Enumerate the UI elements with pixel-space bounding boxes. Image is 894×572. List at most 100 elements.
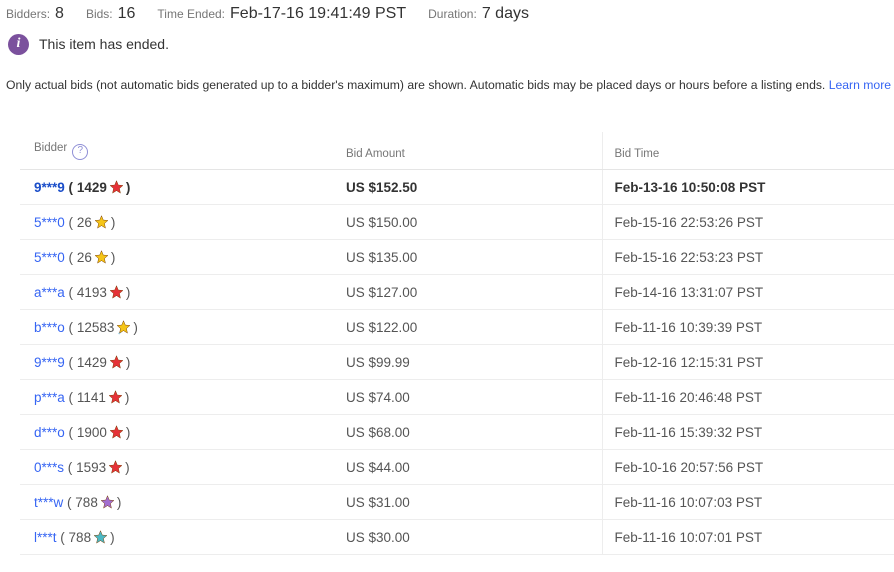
duration-label: Duration: (428, 7, 477, 21)
feedback-score: 1429 (76, 180, 107, 195)
feedback-score: 1429 (76, 355, 107, 370)
feedback-open-paren: ( (68, 425, 74, 440)
red-star (109, 285, 124, 300)
cell-bid-time: Feb-15-16 22:53:23 PST (601, 239, 894, 275)
feedback-close-paren: ) (116, 495, 122, 510)
help-icon[interactable]: ? (72, 144, 89, 160)
feedback-close-paren: ) (125, 355, 131, 370)
red-star (108, 460, 123, 475)
feedback-close-paren: ) (124, 390, 130, 405)
cell-bid-amount: US $68.00 (332, 414, 602, 450)
feedback-open-paren: ( (67, 460, 73, 475)
feedback-close-paren: ) (110, 530, 115, 545)
cell-bid-time: Feb-11-16 10:07:03 PST (601, 484, 894, 520)
cell-bid-amount: US $135.00 (332, 239, 602, 275)
time-ended-label: Time Ended: (157, 7, 226, 21)
cell-bid-time: Feb-11-16 15:39:32 PST (601, 414, 894, 450)
cell-bidder: p***a ( 1141) (20, 379, 332, 415)
bidder-link[interactable]: t***w (34, 495, 63, 510)
cell-bidder: d***o ( 1900) (20, 414, 332, 450)
cell-bid-time: Feb-12-16 12:15:31 PST (601, 344, 894, 380)
cell-bidder: b***o ( 12583) (20, 309, 332, 345)
column-header-bid-amount: Bid Amount (332, 132, 602, 170)
table-row: a***a ( 4193) US $127.00 Feb-14-16 13:31:0… (20, 274, 894, 310)
bidder-link[interactable]: p***a (34, 390, 65, 405)
feedback-open-paren: ( (68, 390, 74, 405)
bidder-link[interactable]: 9***9 (34, 355, 65, 370)
cell-bidder: 9***9 ( 1429) (20, 169, 332, 205)
cell-bid-amount: US $44.00 (332, 449, 602, 485)
cell-bidder: t***w ( 788) (20, 484, 332, 520)
table-header-row: Bidder? Bid Amount Bid Time (20, 132, 894, 170)
red-star (109, 425, 124, 440)
bids-value: 16 (117, 5, 136, 22)
bidder-link[interactable]: b***o (34, 320, 65, 335)
table-row: p***a ( 1141) US $74.00 Feb-11-16 20:46:48… (20, 379, 894, 415)
bidders-summary: Bidders: 8 (6, 5, 64, 23)
feedback-open-paren: ( (60, 530, 65, 545)
cell-bidder: 5***0 ( 26) (20, 239, 332, 275)
auction-summary: Bidders: 8 Bids: 16 Time Ended: Feb-17-1… (0, 0, 894, 27)
item-ended-notice: i This item has ended. (0, 27, 894, 57)
feedback-open-paren: ( (68, 215, 74, 230)
table-row: l***t ( 788) US $30.00 Feb-11-16 10:07:01 … (20, 519, 894, 555)
bidder-link[interactable]: 0***s (34, 460, 64, 475)
bidder-link[interactable]: 5***0 (34, 250, 65, 265)
feedback-open-paren: ( (68, 180, 74, 195)
column-header-bid-time: Bid Time (601, 132, 894, 170)
feedback-score: 788 (75, 495, 98, 510)
feedback-score: 1593 (76, 460, 107, 475)
cell-bidder: l***t ( 788) (20, 519, 332, 555)
yellow-shooting-star (116, 320, 131, 335)
cell-bid-time: Feb-11-16 10:39:39 PST (601, 309, 894, 345)
table-row: b***o ( 12583) US $122.00 Feb-11-16 10:39:… (20, 309, 894, 345)
duration-summary: Duration: 7 days (428, 5, 529, 23)
red-star (109, 180, 124, 195)
cell-bid-time: Feb-14-16 13:31:07 PST (601, 274, 894, 310)
table-row: 9***9 ( 1429) US $152.50 Feb-13-16 10:50:0… (20, 169, 894, 205)
bidder-link[interactable]: 5***0 (34, 215, 65, 230)
cell-bid-amount: US $152.50 (332, 169, 602, 205)
bidder-link[interactable]: 9***9 (34, 180, 65, 195)
feedback-score: 1900 (76, 425, 107, 440)
cell-bid-amount: US $31.00 (332, 484, 602, 520)
table-row: t***w ( 788) US $31.00 Feb-11-16 10:07:03 … (20, 484, 894, 520)
cell-bidder: 0***s ( 1593) (20, 449, 332, 485)
feedback-score: 12583 (76, 320, 115, 335)
bidder-link[interactable]: d***o (34, 425, 65, 440)
table-row: 5***0 ( 26) US $150.00 Feb-15-16 22:53:26 … (20, 204, 894, 240)
bids-summary: Bids: 16 (86, 5, 135, 23)
red-star (109, 355, 124, 370)
yellow-star (94, 250, 109, 265)
feedback-score: 1141 (76, 390, 106, 405)
cell-bid-amount: US $122.00 (332, 309, 602, 345)
learn-more-link[interactable]: Learn more (829, 78, 891, 92)
bidder-link[interactable]: l***t (34, 530, 57, 545)
feedback-score: 26 (76, 250, 92, 265)
feedback-open-paren: ( (68, 285, 74, 300)
feedback-close-paren: ) (125, 425, 131, 440)
cell-bid-amount: US $74.00 (332, 379, 602, 415)
bid-history-page: Bidders: 8 Bids: 16 Time Ended: Feb-17-1… (0, 0, 894, 572)
cell-bid-amount: US $127.00 (332, 274, 602, 310)
table-body: 9***9 ( 1429) US $152.50 Feb-13-16 10:50:0… (20, 169, 894, 555)
yellow-star (94, 215, 109, 230)
feedback-score: 4193 (76, 285, 107, 300)
time-ended-summary: Time Ended: Feb-17-16 19:41:49 PST (157, 5, 406, 23)
item-ended-text: This item has ended. (39, 36, 169, 52)
bidder-link[interactable]: a***a (34, 285, 65, 300)
feedback-score: 788 (68, 530, 92, 545)
bid-history-table: Bidder? Bid Amount Bid Time 9***9 ( 1429… (20, 132, 894, 555)
cell-bidder: a***a ( 4193) (20, 274, 332, 310)
feedback-open-paren: ( (68, 320, 74, 335)
feedback-score: 26 (76, 215, 92, 230)
bidders-label: Bidders: (6, 7, 51, 21)
bidders-value: 8 (55, 5, 64, 22)
table-row: d***o ( 1900) US $68.00 Feb-11-16 15:39:32… (20, 414, 894, 450)
cell-bid-amount: US $30.00 (332, 519, 602, 555)
bid-history-table-wrap: Bidder? Bid Amount Bid Time 9***9 ( 1429… (20, 132, 894, 555)
feedback-close-paren: ) (125, 285, 131, 300)
feedback-close-paren: ) (110, 215, 116, 230)
feedback-open-paren: ( (68, 250, 74, 265)
purple-star (100, 495, 115, 510)
